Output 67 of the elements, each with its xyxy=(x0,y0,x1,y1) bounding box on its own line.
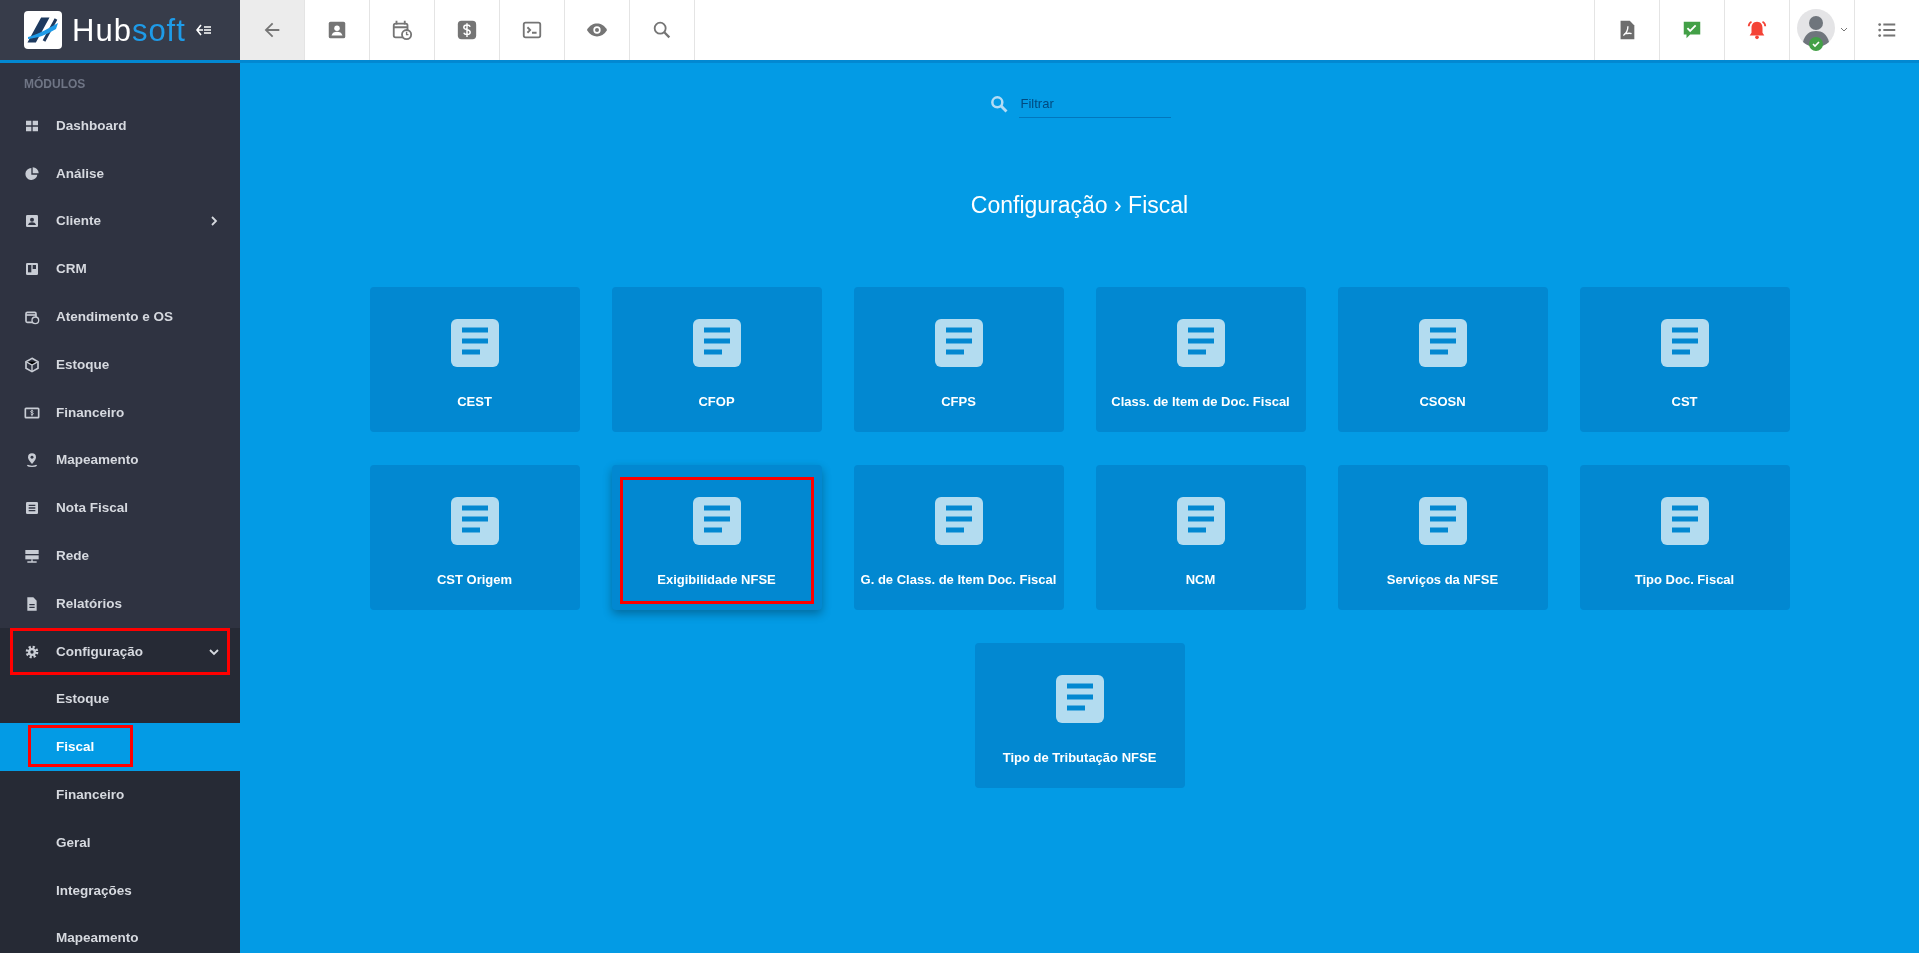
tile-button[interactable]: CSOSN xyxy=(1337,287,1548,433)
calendar-clock-icon xyxy=(24,309,40,326)
submenu-item[interactable]: Estoque xyxy=(0,675,240,724)
document-lines-icon xyxy=(691,496,742,547)
contact-card-icon xyxy=(326,19,348,41)
dollar-icon xyxy=(456,19,478,41)
terminal-icon xyxy=(521,19,543,41)
document-lines-icon xyxy=(1417,318,1468,369)
page-title: Configuração › Fiscal xyxy=(970,191,1189,220)
caret-icon xyxy=(1840,27,1848,33)
sidebar-item[interactable]: Relatórios xyxy=(0,579,240,628)
filter-input[interactable]: Filtrar xyxy=(1018,91,1171,118)
calendar-clock-icon xyxy=(391,19,413,41)
sidebar-item[interactable]: Análise xyxy=(0,149,240,198)
search-icon xyxy=(988,94,1009,115)
submenu-item[interactable]: Mapeamento xyxy=(0,914,240,953)
document-lines-icon xyxy=(449,318,500,369)
document-lines-icon xyxy=(1417,496,1468,547)
logo-icon xyxy=(24,11,62,49)
tile-button[interactable]: G. de Class. de Item Doc. Fiscal xyxy=(853,465,1064,611)
sidebar-item[interactable]: Mapeamento xyxy=(0,436,240,485)
collapse-menu-icon[interactable] xyxy=(195,23,212,37)
tile-button[interactable]: Tipo Doc. Fiscal xyxy=(1579,465,1790,611)
sidebar-item[interactable]: Financeiro xyxy=(0,388,240,437)
tile-button[interactable]: CFOP xyxy=(611,287,822,433)
document-lines-icon xyxy=(449,496,500,547)
document-lines-icon xyxy=(24,500,40,517)
bell-icon xyxy=(1746,19,1768,41)
document-lines-icon xyxy=(933,496,984,547)
sidebar-item[interactable]: Cliente xyxy=(0,197,240,246)
sidebar-item[interactable]: Configuração xyxy=(0,627,240,676)
server-icon xyxy=(24,548,40,565)
document-lines-icon xyxy=(691,318,742,369)
tile-button[interactable]: CFPS xyxy=(853,287,1064,433)
submenu-item[interactable]: Integrações xyxy=(0,866,240,915)
sidebar-item[interactable]: Dashboard xyxy=(0,102,240,150)
tile-button[interactable]: Tipo de Tributação NFSE xyxy=(974,643,1185,789)
sidebar-item[interactable]: Atendimento e OS xyxy=(0,293,240,341)
sidebar-item[interactable]: CRM xyxy=(0,245,240,294)
section-label: MÓDULOS xyxy=(23,75,87,93)
submenu-item[interactable]: Financeiro xyxy=(0,771,240,819)
document-lines-icon xyxy=(1659,318,1710,369)
contact-card-icon xyxy=(24,213,40,230)
pie-chart-icon xyxy=(24,165,40,182)
submenu-item[interactable]: Geral xyxy=(0,818,240,867)
tile-button[interactable]: CST xyxy=(1579,287,1790,433)
document-lines-icon xyxy=(933,318,984,369)
tile-button[interactable]: NCM xyxy=(1095,465,1306,611)
document-lines-icon xyxy=(1175,496,1226,547)
tile-button[interactable]: Exigibilidade NFSE xyxy=(611,465,822,611)
board-icon xyxy=(24,261,40,278)
cube-icon xyxy=(24,356,40,373)
brand-logo-text: Hubsoft xyxy=(72,14,186,46)
tile-button[interactable]: CEST xyxy=(369,287,580,433)
gear-icon xyxy=(24,643,40,660)
tile-button[interactable]: CST Origem xyxy=(369,465,580,611)
tile-button[interactable]: Class. de Item de Doc. Fiscal xyxy=(1095,287,1306,433)
sidebar-item[interactable]: Estoque xyxy=(0,341,240,389)
map-pin-icon xyxy=(24,452,40,469)
tile-button[interactable]: Serviços da NFSE xyxy=(1337,465,1548,611)
search-icon xyxy=(651,19,673,41)
document-lines-icon xyxy=(1175,318,1226,369)
document-lines-icon xyxy=(1054,674,1105,725)
file-icon xyxy=(24,595,40,612)
sidebar-item[interactable]: Nota Fiscal xyxy=(0,484,240,533)
sidebar-item[interactable]: Rede xyxy=(0,532,240,580)
document-lines-icon xyxy=(1659,496,1710,547)
